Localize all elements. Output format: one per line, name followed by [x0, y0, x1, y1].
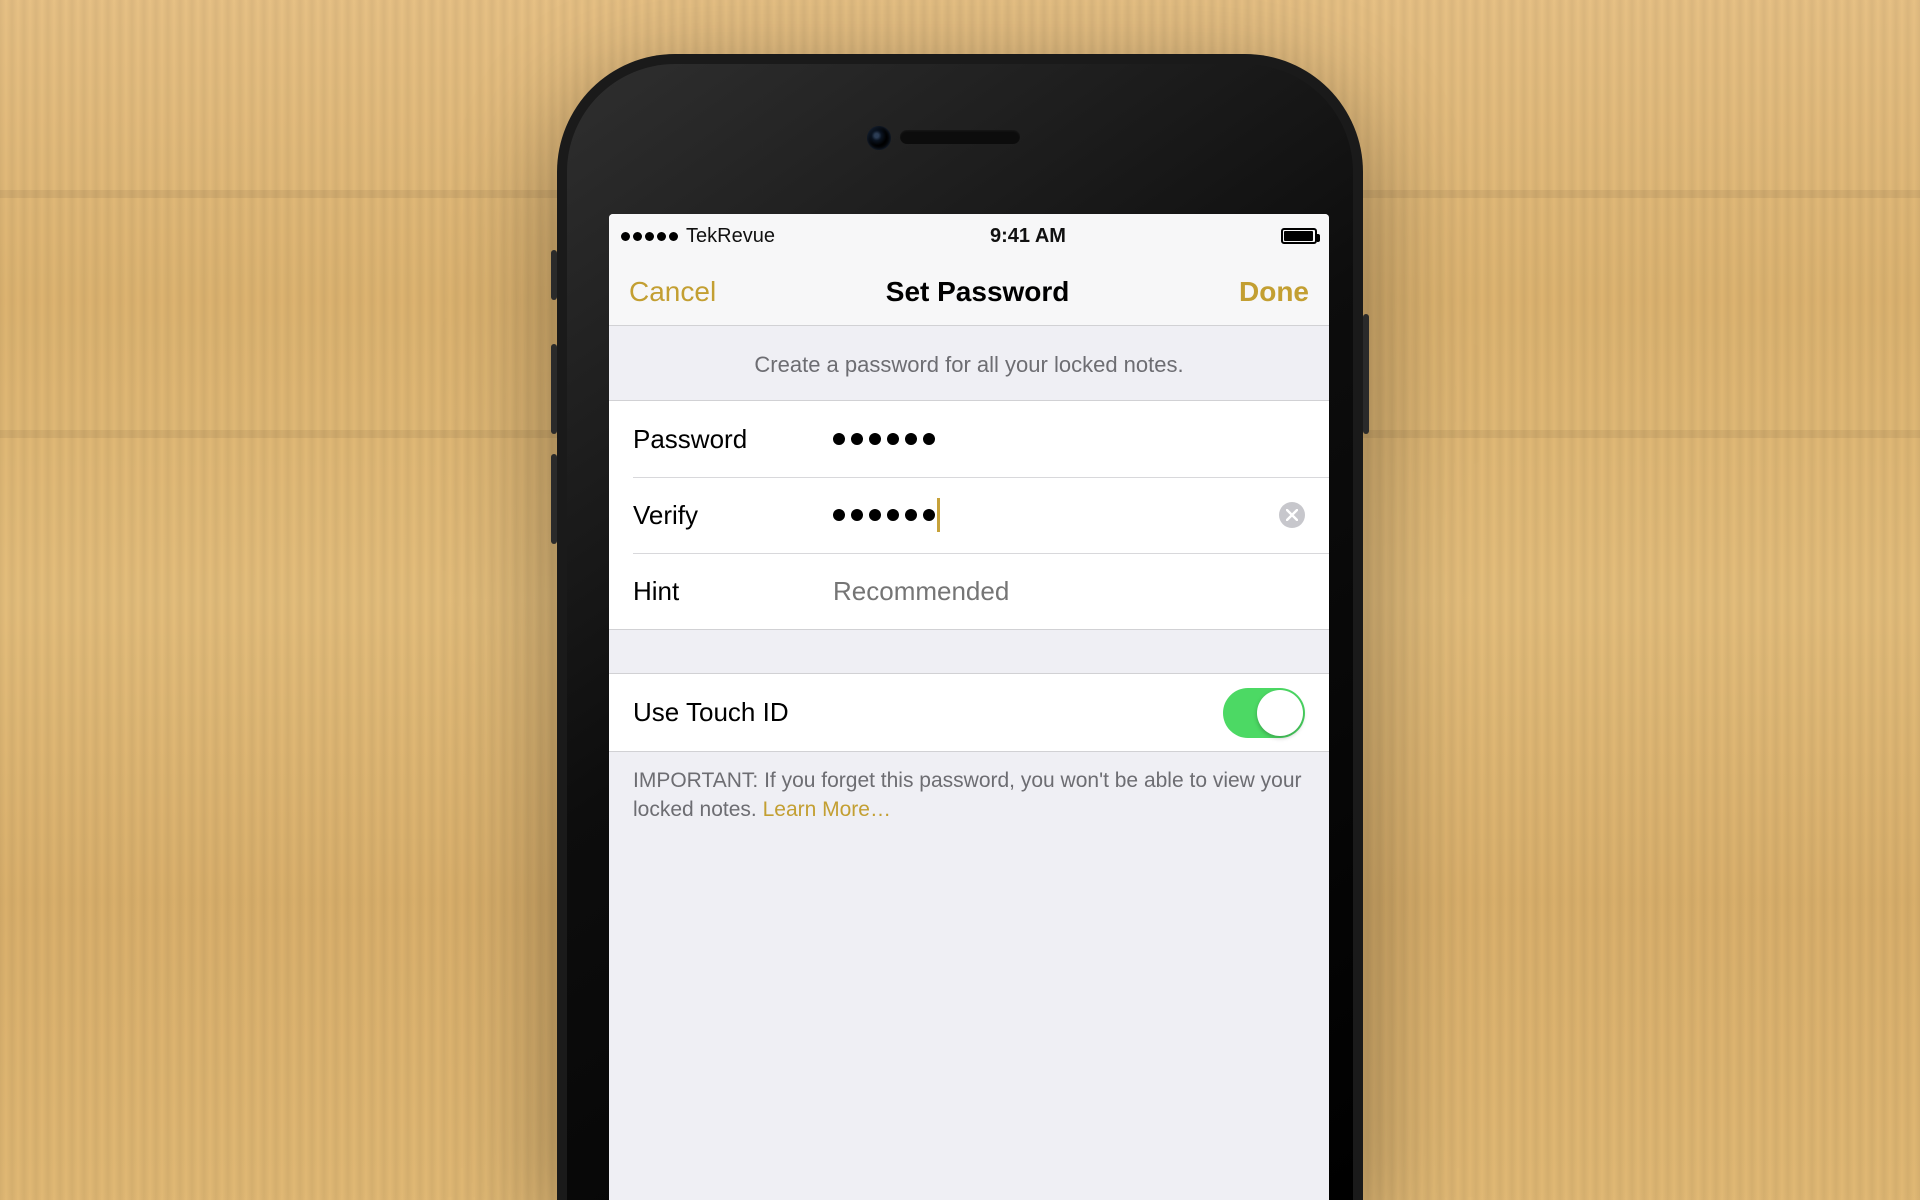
power-button	[1363, 314, 1369, 434]
learn-more-link[interactable]: Learn More…	[763, 798, 891, 821]
phone-frame: TekRevue 9:41 AM Cancel Set Password Don…	[557, 54, 1363, 1200]
password-form: Password Verify	[609, 401, 1329, 630]
mute-switch	[551, 250, 557, 300]
earpiece-speaker	[900, 130, 1020, 144]
footer-note: IMPORTANT: If you forget this password, …	[609, 752, 1329, 849]
password-row[interactable]: Password	[609, 401, 1329, 477]
status-time: 9:41 AM	[990, 225, 1066, 248]
hint-row[interactable]: Hint	[609, 553, 1329, 629]
cancel-button[interactable]: Cancel	[629, 276, 716, 308]
password-label: Password	[633, 424, 833, 455]
volume-down-button	[551, 454, 557, 544]
page-title: Set Password	[886, 276, 1070, 308]
navigation-bar: Cancel Set Password Done	[609, 258, 1329, 326]
password-field[interactable]	[833, 433, 935, 445]
section-gap	[609, 630, 1329, 674]
touchid-toggle[interactable]	[1223, 688, 1305, 738]
volume-up-button	[551, 344, 557, 434]
text-cursor	[937, 498, 940, 532]
done-button[interactable]: Done	[1239, 276, 1309, 308]
signal-strength-icon	[621, 232, 678, 241]
verify-field[interactable]	[833, 509, 935, 521]
hint-label: Hint	[633, 576, 833, 607]
footer-note-text: IMPORTANT: If you forget this password, …	[633, 769, 1302, 821]
clear-text-button[interactable]	[1279, 502, 1305, 528]
verify-row[interactable]: Verify	[609, 477, 1329, 553]
close-icon	[1286, 509, 1298, 521]
carrier-label: TekRevue	[686, 225, 775, 248]
touchid-row: Use Touch ID	[609, 674, 1329, 752]
verify-label: Verify	[633, 500, 833, 531]
front-camera	[867, 126, 891, 150]
phone-screen: TekRevue 9:41 AM Cancel Set Password Don…	[609, 214, 1329, 1200]
battery-icon	[1281, 228, 1317, 244]
hint-field[interactable]	[833, 576, 1305, 607]
touchid-label: Use Touch ID	[633, 697, 789, 728]
section-description: Create a password for all your locked no…	[609, 326, 1329, 401]
status-bar: TekRevue 9:41 AM	[609, 214, 1329, 258]
